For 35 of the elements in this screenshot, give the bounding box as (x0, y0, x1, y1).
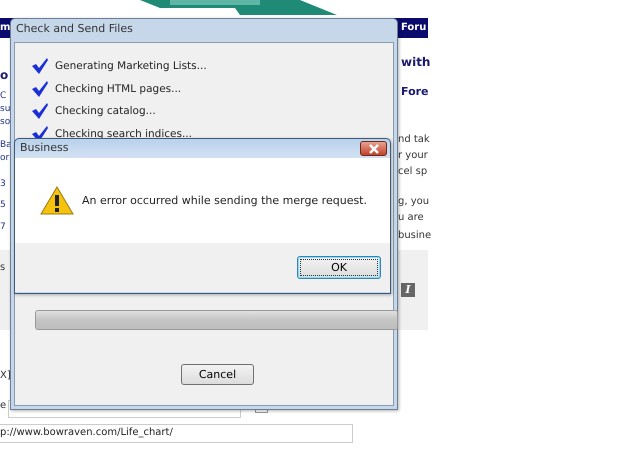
link[interactable]: 5 (0, 200, 6, 210)
ok-button[interactable]: OK (297, 256, 381, 279)
step-label: Generating Marketing Lists... (55, 60, 207, 72)
body-text: g, you (398, 196, 430, 207)
link[interactable]: so (0, 117, 10, 127)
nav-link[interactable]: Foru (401, 22, 426, 33)
url-field[interactable]: p://www.bowraven.com/Life_chart/ (0, 424, 353, 443)
link[interactable]: X] (0, 370, 11, 381)
warning-icon (40, 186, 74, 216)
link[interactable]: or (0, 153, 10, 163)
link[interactable]: 3 (0, 179, 6, 189)
body-text: nd tak (398, 134, 430, 145)
body-text: u are (398, 212, 424, 223)
field-label: e (0, 400, 6, 411)
window-title: Business (20, 141, 69, 154)
close-button[interactable] (360, 141, 387, 156)
toolbar-label: s (0, 262, 6, 273)
body-text: r your (398, 150, 428, 161)
window-title: Check and Send Files (16, 22, 133, 35)
step-label: Checking search indices... (55, 128, 192, 140)
body-text: busine (398, 230, 432, 241)
step-label: Checking catalog... (55, 105, 156, 118)
heading: o (0, 68, 8, 82)
italic-button[interactable]: I (401, 283, 415, 297)
heading: with (401, 55, 430, 69)
error-message: An error occurred while sending the merge request. (82, 194, 367, 207)
cancel-button[interactable]: Cancel (181, 364, 254, 385)
subheading: Fore (401, 85, 429, 98)
link[interactable]: 7 (0, 222, 6, 232)
link[interactable]: su (0, 104, 10, 114)
link[interactable]: C (0, 91, 6, 101)
step-label: Checking HTML pages... (55, 82, 182, 95)
nav-link[interactable]: m (0, 22, 10, 33)
close-icon (368, 144, 380, 154)
body-text: cel sp (398, 166, 428, 177)
